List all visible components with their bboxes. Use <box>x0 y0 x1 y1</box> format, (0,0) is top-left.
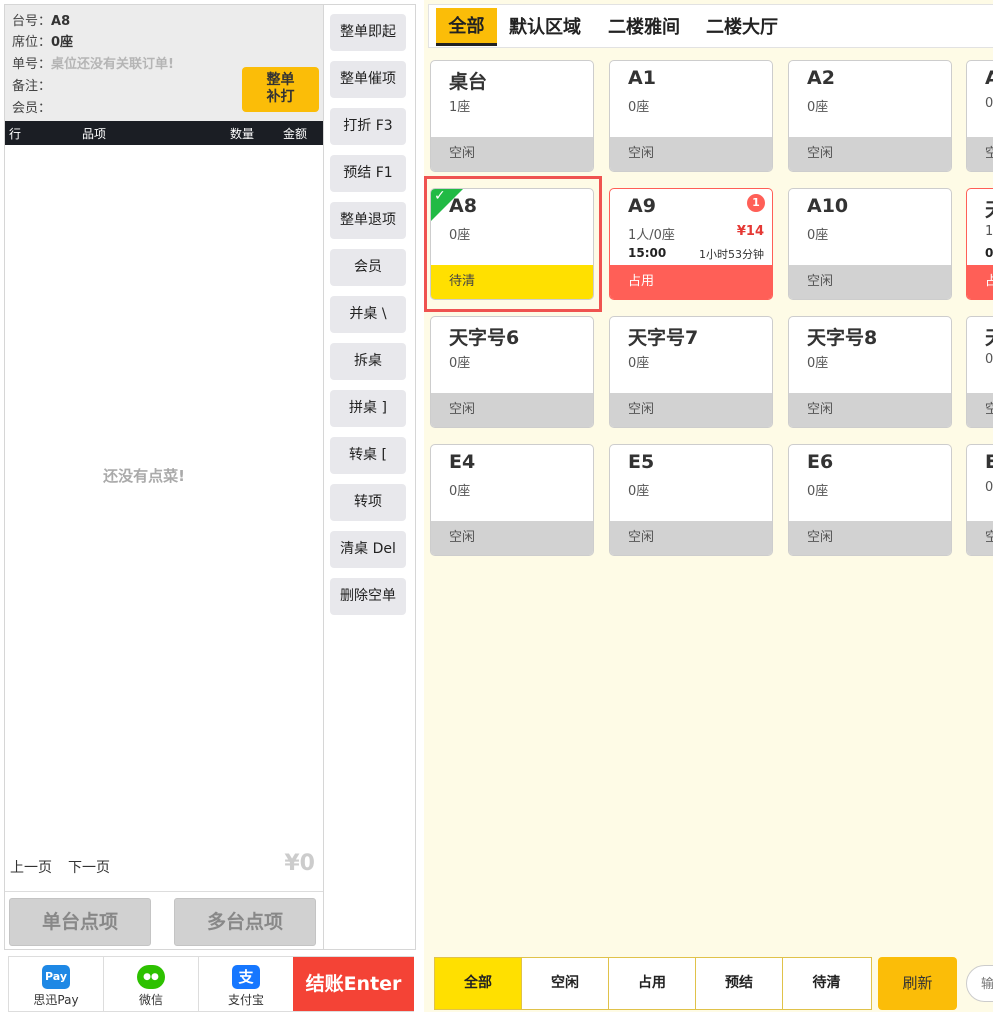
order-panel: 台号：A8 席位：0座 单号：桌位还没有关联订单! 备注： 会员： 整单 补打 … <box>4 4 324 950</box>
table-area: 全部 默认区域 二楼雅间 二楼大厅 桌台 1座 空闲 A1 0座 空闲 A2 0… <box>424 0 993 1012</box>
table-card[interactable]: 天字号7 0座 空闲 <box>609 316 773 428</box>
member-row: 会员： <box>12 101 52 116</box>
status-badge: 待清 <box>431 265 593 299</box>
payment-bar: Pay 思迅Pay ●● 微信 支 支付宝 结账Enter <box>8 956 414 1012</box>
status-filter-bar: 全部 空闲 占用 预结 待清 <box>434 957 872 1010</box>
single-table-order-button[interactable]: 单台点项 <box>9 898 151 946</box>
action-button-start-all[interactable]: 整单即起 <box>330 14 406 51</box>
status-badge: 空闲 <box>431 521 593 555</box>
action-button-delete-empty[interactable]: 删除空单 <box>330 578 406 615</box>
action-button-transfer-item[interactable]: 转项 <box>330 484 406 521</box>
table-card[interactable]: 天 0 空 <box>966 316 993 428</box>
order-buttons: 单台点项 多台点项 <box>5 891 323 949</box>
area-tabs: 全部 默认区域 二楼雅间 二楼大厅 <box>428 4 993 48</box>
bill-value: 桌位还没有关联订单! <box>51 57 174 72</box>
table-card[interactable]: 天字号8 0座 空闲 <box>788 316 952 428</box>
order-info: 台号：A8 席位：0座 单号：桌位还没有关联订单! 备注： 会员： 整单 补打 <box>5 5 323 121</box>
duration: 1小时53分钟 <box>699 248 764 261</box>
multi-table-order-button[interactable]: 多台点项 <box>174 898 316 946</box>
open-time: 15:00 <box>628 246 667 260</box>
bill-row: 单号：桌位还没有关联订单! <box>12 57 174 72</box>
note-row: 备注： <box>12 79 52 94</box>
table-card[interactable]: 桌台 1座 空闲 <box>430 60 594 172</box>
order-total: ¥0 <box>284 851 315 876</box>
action-button-join-table[interactable]: 拼桌 ] <box>330 390 406 427</box>
filter-all[interactable]: 全部 <box>435 958 522 1009</box>
action-button-transfer-table[interactable]: 转桌 [ <box>330 437 406 474</box>
status-badge: 空闲 <box>789 521 951 555</box>
tab-second-floor-hall[interactable]: 二楼大厅 <box>702 8 782 46</box>
pay-sixun-button[interactable]: Pay 思迅Pay <box>9 957 104 1011</box>
pay-alipay-button[interactable]: 支 支付宝 <box>199 957 294 1011</box>
action-button-member[interactable]: 会员 <box>330 249 406 286</box>
filter-to-clean[interactable]: 待清 <box>783 958 870 1009</box>
status-badge: 空 <box>967 521 993 555</box>
status-badge: 空闲 <box>431 137 593 171</box>
search-input[interactable] <box>966 965 993 1002</box>
table-number-row: 台号：A8 <box>12 14 71 29</box>
action-button-discount[interactable]: 打折 F3 <box>330 108 406 145</box>
checkmark-glyph: ✓ <box>434 188 446 204</box>
table-amount: ¥14 <box>736 224 764 239</box>
pay-wechat-button[interactable]: ●● 微信 <box>104 957 199 1011</box>
alipay-icon: 支 <box>232 965 260 989</box>
col-amount: 金额 <box>283 127 308 141</box>
table-card[interactable]: E4 0座 空闲 <box>430 444 594 556</box>
col-qty: 数量 <box>230 127 255 141</box>
tab-all[interactable]: 全部 <box>436 8 497 46</box>
table-card[interactable]: A2 0座 空闲 <box>788 60 952 172</box>
seat-value: 0座 <box>51 35 74 50</box>
table-card[interactable]: E6 0座 空闲 <box>788 444 952 556</box>
action-button-presettle[interactable]: 预结 F1 <box>330 155 406 192</box>
table-card[interactable]: A1 0座 空闲 <box>609 60 773 172</box>
filter-occupied[interactable]: 占用 <box>609 958 696 1009</box>
action-column: 整单即起 整单催项 打折 F3 预结 F1 整单退项 会员 并桌 \ 拆桌 拼桌… <box>324 4 416 950</box>
action-button-split-table[interactable]: 拆桌 <box>330 343 406 380</box>
filter-free[interactable]: 空闲 <box>522 958 609 1009</box>
seat-row: 席位：0座 <box>12 35 74 50</box>
status-badge: 空 <box>967 137 993 171</box>
checkout-button[interactable]: 结账Enter <box>293 957 414 1011</box>
table-card[interactable]: A9 1 1人/0座 ¥14 15:00 1小时53分钟 占用 <box>609 188 773 300</box>
tab-default-area[interactable]: 默认区域 <box>505 8 585 46</box>
table-card[interactable]: 天 1 0 占 <box>966 188 993 300</box>
action-button-clear-table[interactable]: 清桌 Del <box>330 531 406 568</box>
status-badge: 空闲 <box>610 521 772 555</box>
col-row: 行 <box>9 127 22 141</box>
tab-second-floor-room[interactable]: 二楼雅间 <box>604 8 684 46</box>
status-badge: 占用 <box>610 265 772 299</box>
order-table-header: 行 品项 数量 金额 <box>5 121 323 145</box>
status-badge: 占 <box>967 265 993 299</box>
table-card[interactable]: E 0 空 <box>966 444 993 556</box>
table-card[interactable]: 天字号6 0座 空闲 <box>430 316 594 428</box>
next-page-link[interactable]: 下一页 <box>68 860 110 876</box>
status-badge: 空闲 <box>789 265 951 299</box>
action-button-refund-all[interactable]: 整单退项 <box>330 202 406 239</box>
status-badge: 空闲 <box>610 393 772 427</box>
refresh-button[interactable]: 刷新 <box>878 957 957 1010</box>
notification-badge: 1 <box>747 194 765 212</box>
filter-presettled[interactable]: 预结 <box>696 958 783 1009</box>
table-card-selected[interactable]: ✓ A8 0座 待清 <box>430 188 594 300</box>
table-number: A8 <box>51 14 71 29</box>
status-badge: 空闲 <box>610 137 772 171</box>
action-button-merge-table[interactable]: 并桌 \ <box>330 296 406 333</box>
prev-page-link[interactable]: 上一页 <box>10 860 52 876</box>
table-card[interactable]: A10 0座 空闲 <box>788 188 952 300</box>
reprint-order-button[interactable]: 整单 补打 <box>242 67 319 112</box>
wechat-icon: ●● <box>137 965 165 989</box>
status-badge: 空闲 <box>789 137 951 171</box>
pager: 上一页 下一页 <box>10 857 126 877</box>
status-badge: 空闲 <box>431 393 593 427</box>
sixun-pay-icon: Pay <box>42 965 70 989</box>
empty-order-message: 还没有点菜! <box>103 467 185 485</box>
status-badge: 空闲 <box>789 393 951 427</box>
status-badge: 空 <box>967 393 993 427</box>
table-card[interactable]: E5 0座 空闲 <box>609 444 773 556</box>
col-item: 品项 <box>82 127 107 141</box>
action-button-rush-all[interactable]: 整单催项 <box>330 61 406 98</box>
table-card[interactable]: A 0 空 <box>966 60 993 172</box>
